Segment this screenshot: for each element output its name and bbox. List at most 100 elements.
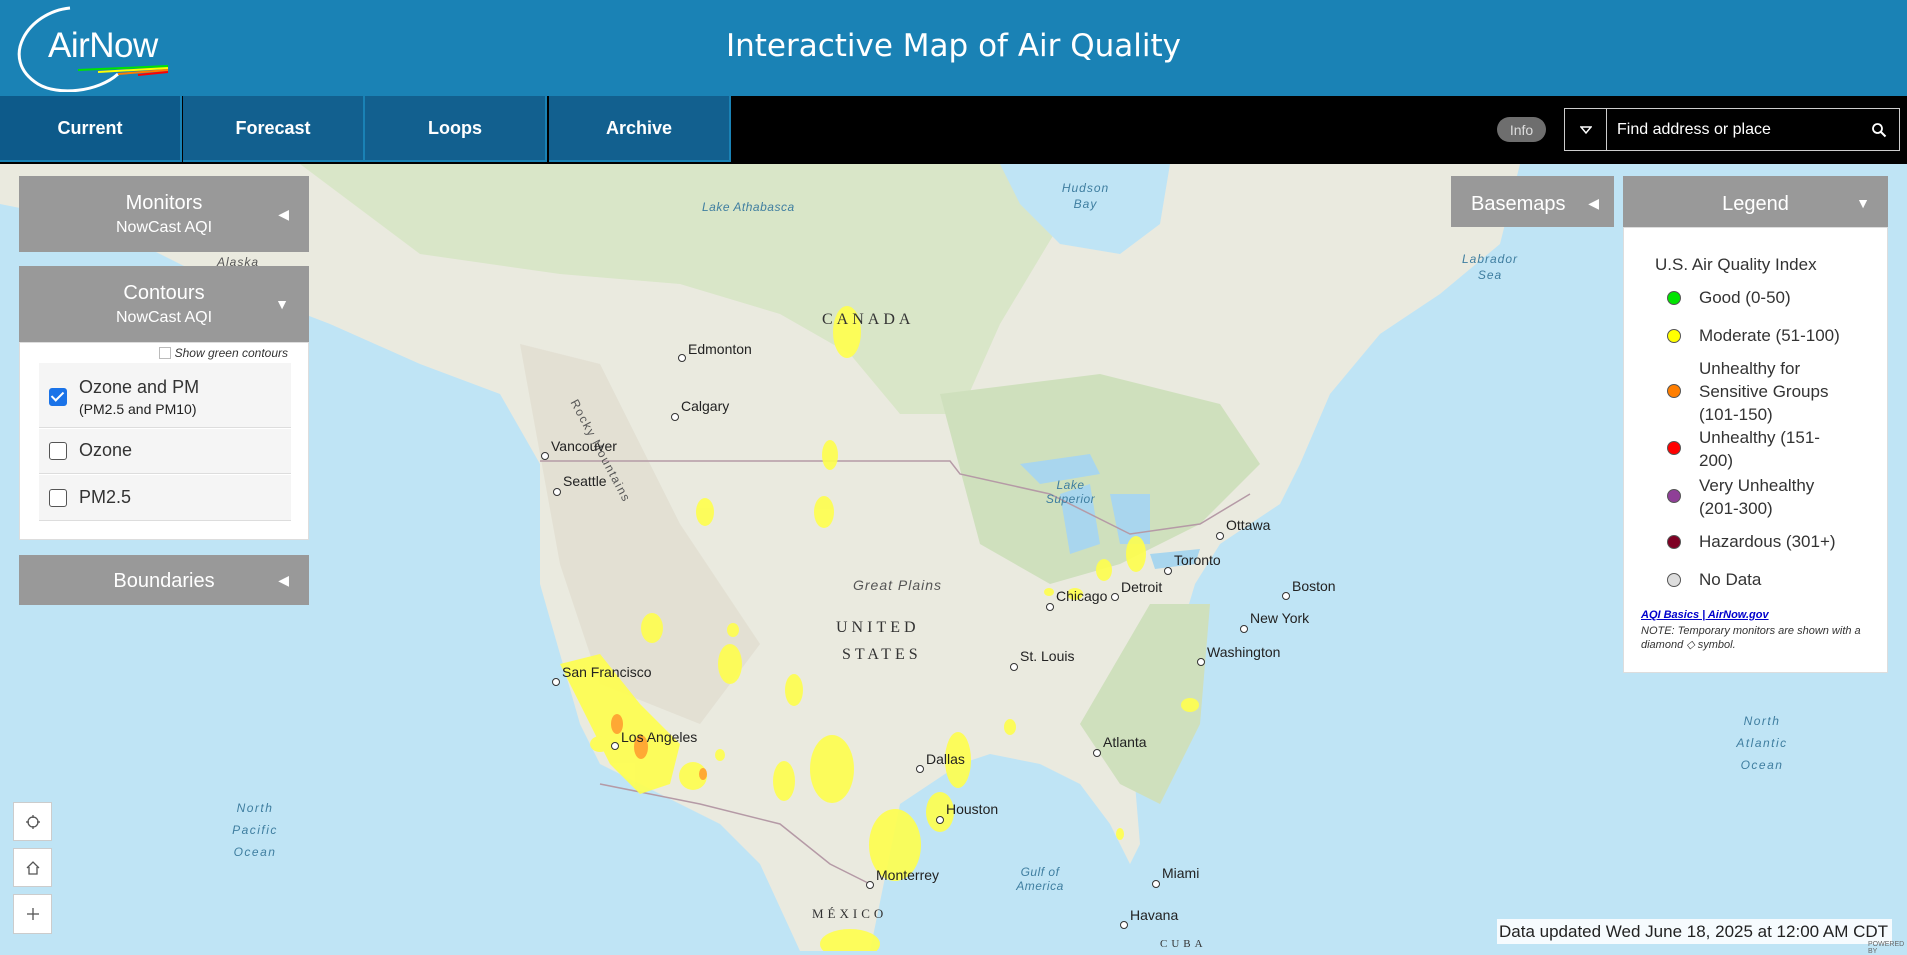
pm25-checkbox[interactable] [49, 489, 67, 507]
legend-item-label: Unhealthy for Sensitive Groups (101-150) [1699, 359, 1829, 424]
basemaps-panel-header[interactable]: Basemaps ◀ [1451, 176, 1614, 227]
green-contours-label: Show green contours [174, 346, 288, 360]
map-label-city: Washington [1207, 644, 1281, 660]
map-label-city: Vancouver [551, 438, 617, 454]
map-label-north-atlantic-ocean: North Atlantic Ocean [1736, 714, 1788, 772]
map-label-mexico: MÉXICO [812, 906, 888, 921]
aqi-swatch [1667, 489, 1681, 503]
triangle-left-icon: ◀ [1588, 195, 1599, 211]
map-label-city: Boston [1292, 578, 1336, 594]
map-label-city: St. Louis [1020, 648, 1075, 664]
map-label-city: Edmonton [688, 341, 752, 357]
monitors-title: Monitors [125, 192, 203, 214]
map-label-city: Ottawa [1226, 517, 1271, 533]
contour-option-ozone[interactable]: Ozone [39, 429, 291, 474]
city-dot [671, 413, 679, 421]
legend-item-label: Hazardous (301+) [1699, 532, 1836, 551]
page-title: Interactive Map of Air Quality [725, 28, 1182, 64]
legend-title: U.S. Air Quality Index [1655, 255, 1817, 274]
map-label-city: Chicago [1056, 588, 1108, 604]
triangle-down-icon: ▼ [275, 296, 289, 312]
basemaps-label: Basemaps [1471, 193, 1566, 215]
legend-item-label: No Data [1699, 570, 1762, 589]
legend-header-label: Legend [1722, 193, 1789, 215]
city-dot [1282, 592, 1290, 600]
powered-by-label: POWERED BY [1868, 941, 1905, 955]
triangle-left-icon: ◀ [278, 572, 289, 588]
tab-loops[interactable]: Loops [365, 96, 547, 162]
show-green-contours-toggle[interactable]: Show green contours [158, 346, 288, 360]
map-label-lake-superior: Lake Superior [1045, 478, 1096, 506]
map-label-city: Havana [1130, 907, 1179, 923]
aqi-swatch [1667, 329, 1681, 343]
ozone-pm-checkbox[interactable] [49, 388, 67, 406]
option-label: PM2.5 [79, 487, 132, 507]
nav-bar: Current Forecast Loops Archive Info [0, 96, 1907, 164]
search-button[interactable] [1859, 109, 1899, 150]
contour-option-pm25[interactable]: PM2.5 [39, 475, 291, 521]
option-label: Ozone [79, 440, 133, 460]
search-box [1564, 108, 1900, 151]
triangle-down-icon: ▼ [1856, 195, 1870, 211]
map-label-city: Calgary [681, 398, 730, 414]
green-contours-checkbox[interactable] [158, 347, 171, 359]
city-dot [1093, 749, 1101, 757]
monitors-panel-header[interactable]: Monitors NowCast AQI ◀ [19, 176, 309, 252]
city-dot [553, 488, 561, 496]
contour-option-ozone-pm[interactable]: Ozone and PM (PM2.5 and PM10) [39, 363, 291, 428]
city-dot [1197, 658, 1205, 666]
legend-item-label: Very Unhealthy (201-300) [1699, 476, 1815, 518]
city-dot [678, 354, 686, 362]
search-source-dropdown[interactable] [1565, 109, 1607, 150]
tab-forecast[interactable]: Forecast [183, 96, 365, 162]
home-button[interactable] [13, 848, 52, 887]
tab-archive[interactable]: Archive [549, 96, 731, 162]
home-icon [26, 860, 39, 875]
option-label: Ozone and PM [79, 377, 200, 397]
crosshair-icon [25, 814, 40, 829]
boundaries-panel-header[interactable]: Boundaries ◀ [19, 555, 309, 605]
map-label-great-plains: Great Plains [853, 577, 943, 593]
map-label-states: STATES [842, 646, 922, 663]
legend-item-label: Unhealthy (151-200) [1699, 428, 1820, 470]
map-label-gulf-of-america: Gulf of America [1016, 865, 1064, 893]
aqi-basics-link[interactable]: AQI Basics | AirNow.gov [1641, 609, 1769, 621]
search-icon [1872, 122, 1887, 137]
legend-note: NOTE: Temporary monitors are shown with … [1641, 625, 1861, 651]
locate-button[interactable] [13, 802, 52, 841]
contours-panel-header[interactable]: Contours NowCast AQI ▼ [19, 266, 309, 342]
city-dot [936, 816, 944, 824]
map-label-city: Miami [1162, 865, 1200, 881]
zoom-in-button[interactable] [13, 894, 52, 934]
tab-current[interactable]: Current [0, 96, 182, 162]
map-label-labrador-sea: Labrador Sea [1461, 252, 1519, 282]
map-label-city: Monterrey [876, 867, 940, 883]
search-input[interactable] [1607, 109, 1857, 150]
legend-panel-body: U.S. Air Quality Index Good (0-50) Moder… [1623, 227, 1888, 673]
data-updated-status: Data updated Wed June 18, 2025 at 12:00 … [1497, 919, 1892, 944]
legend-item-label: Moderate (51-100) [1699, 326, 1840, 345]
aqi-swatch [1667, 384, 1681, 398]
triangle-left-icon: ◀ [278, 206, 289, 222]
city-dot [552, 678, 560, 686]
legend-panel-header[interactable]: Legend ▼ [1623, 176, 1888, 227]
contours-title: Contours [123, 282, 205, 304]
ozone-checkbox[interactable] [49, 442, 67, 460]
map-label-city: Atlanta [1103, 734, 1147, 750]
monitors-subtitle: NowCast AQI [115, 219, 213, 236]
map-label-city: Detroit [1121, 579, 1163, 595]
map-label-city: New York [1250, 610, 1310, 626]
map-label-city: Seattle [563, 473, 607, 489]
info-button[interactable]: Info [1497, 117, 1546, 142]
caret-down-icon [1579, 125, 1592, 134]
boundaries-title: Boundaries [113, 570, 215, 592]
city-dot [1111, 593, 1119, 601]
city-dot [1120, 921, 1128, 929]
map-label-city: Los Angeles [621, 729, 698, 745]
contours-subtitle: NowCast AQI [115, 309, 213, 326]
city-dot [1046, 603, 1054, 611]
city-dot [611, 742, 619, 750]
city-dot [1240, 625, 1248, 633]
city-dot [1152, 880, 1160, 888]
city-dot [916, 765, 924, 773]
